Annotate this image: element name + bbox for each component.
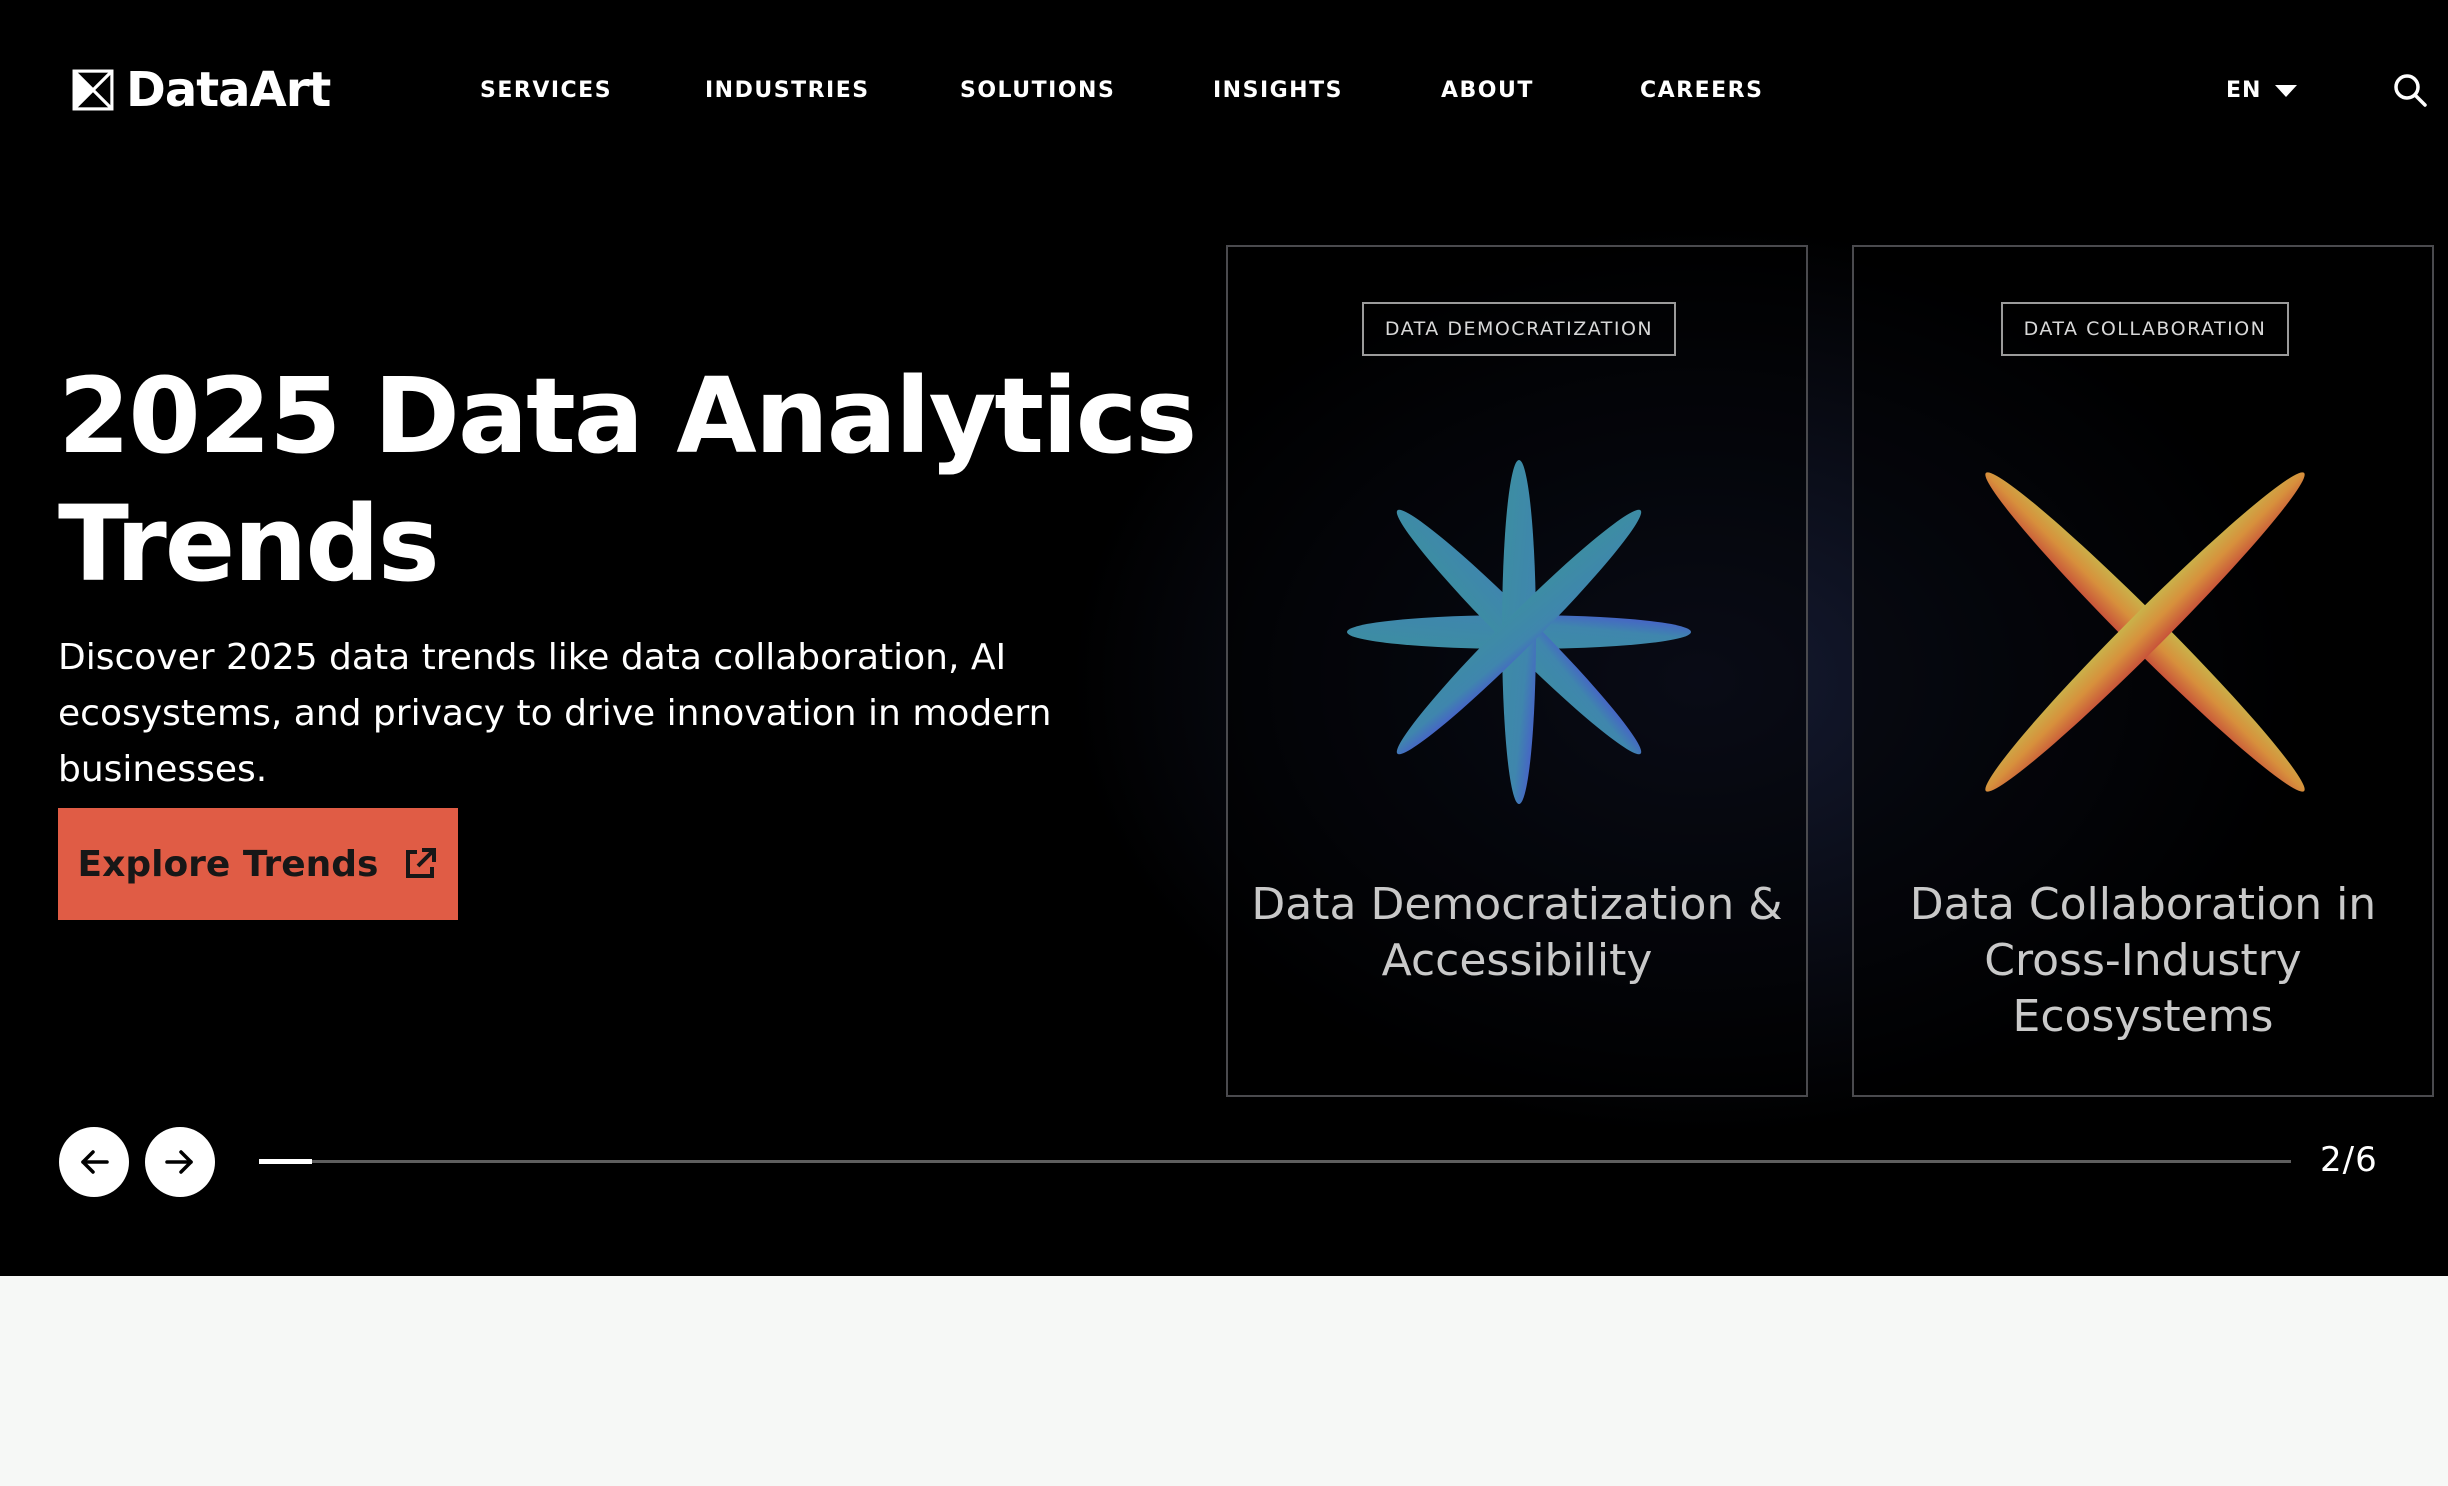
explore-trends-button[interactable]: Explore Trends [58,808,458,920]
next-slide-button[interactable] [145,1127,215,1197]
arrow-right-icon [165,1150,193,1174]
card-tag: DATA COLLABORATION [2001,302,2289,356]
language-selector[interactable]: EN [2226,78,2298,103]
dataart-logo[interactable]: DataArt [72,62,331,118]
asterisk-flower-icon [1347,460,1691,804]
hero-description: Discover 2025 data trends like data coll… [58,637,1052,790]
card-tag: DATA DEMOCRATIZATION [1362,302,1676,356]
hero-title: 2025 Data Analytics Trends [58,355,1197,605]
nav-industries[interactable]: INDUSTRIES [705,78,870,103]
nav-insights[interactable]: INSIGHTS [1213,78,1343,103]
carousel-progress-bar[interactable] [259,1159,2291,1164]
cta-label: Explore Trends [77,843,379,885]
trend-card-collaboration[interactable]: DATA COLLABORATION Data Collaboration in… [1852,245,2434,1097]
card-title: Data Democratization & Accessibility [1251,879,1783,986]
carousel-progress-fill [259,1159,312,1164]
arrow-left-icon [81,1150,109,1174]
caret-down-icon [2275,84,2298,97]
nav-services[interactable]: SERVICES [480,78,612,103]
external-link-icon [406,848,437,878]
x-cross-icon [1985,472,2305,792]
nav-solutions[interactable]: SOLUTIONS [960,78,1115,103]
trend-card-democratization[interactable]: DATA DEMOCRATIZATION Data Democratizatio… [1226,245,1808,1097]
nav-careers[interactable]: CAREERS [1640,78,1763,103]
logo-mark-icon [72,69,114,111]
search-icon[interactable] [2392,72,2428,108]
nav-about[interactable]: ABOUT [1441,78,1534,103]
page-content-below [0,1276,2448,1486]
hero-section: DataArt SERVICES INDUSTRIES SOLUTIONS IN… [0,0,2448,1276]
slide-counter: 2/6 [2320,1140,2378,1180]
language-label: EN [2226,78,2262,103]
logo-text: DataArt [126,62,331,118]
prev-slide-button[interactable] [59,1127,129,1197]
card-title: Data Collaboration in Cross-Industry Eco… [1909,879,2377,1042]
